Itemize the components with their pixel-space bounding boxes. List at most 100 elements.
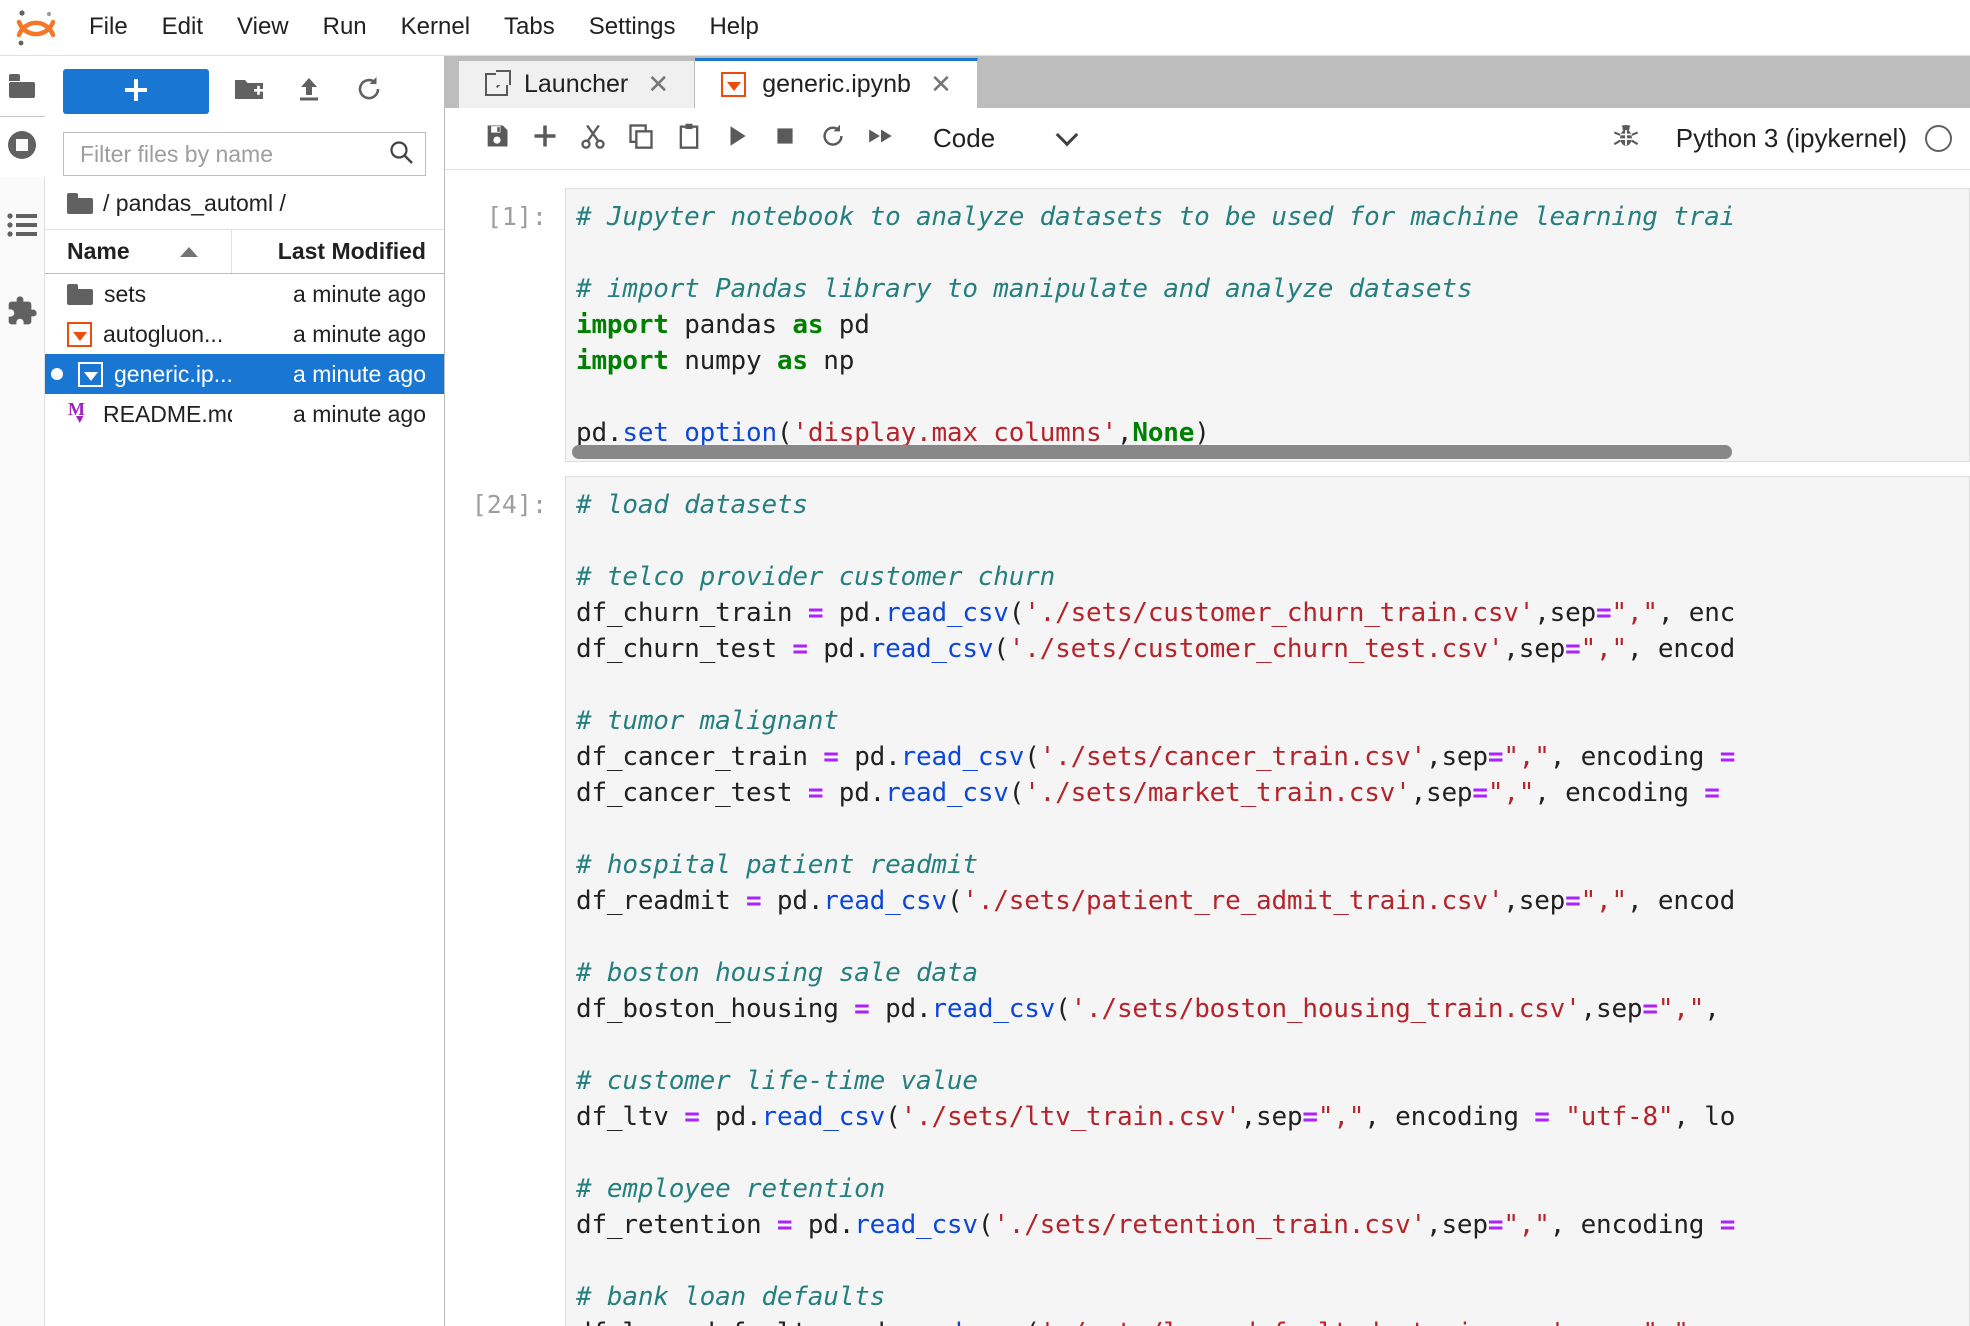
insert-cell-button[interactable] (521, 115, 569, 163)
menu-bar: File Edit View Run Kernel Tabs Settings … (0, 0, 1970, 56)
notebook-cell[interactable]: [1]: # Jupyter notebook to analyze datas… (445, 188, 1970, 462)
list-item[interactable]: autogluon... a minute ago (45, 314, 444, 354)
running-indicator-icon (51, 368, 63, 380)
save-icon (483, 122, 511, 155)
code-editor[interactable]: # load datasets # telco provider custome… (576, 487, 1969, 1326)
run-icon (724, 123, 750, 154)
restart-kernel-button[interactable] (809, 115, 857, 163)
tab-bar: Launcher ✕ generic.ipynb ✕ (445, 56, 1970, 108)
cell-prompt: [24]: (471, 490, 547, 519)
menu-item-kernel[interactable]: Kernel (384, 7, 487, 48)
stop-icon (772, 123, 798, 154)
close-icon[interactable]: ✕ (927, 69, 955, 100)
search-icon (387, 138, 415, 171)
body-row: / pandas_automl / Name Last Modified set… (0, 56, 1970, 1326)
menu-item-file[interactable]: File (72, 7, 145, 48)
upload-button[interactable] (289, 72, 329, 112)
cell-input-area[interactable]: # load datasets # telco provider custome… (565, 476, 1970, 1326)
sidebar-item-toc[interactable] (0, 197, 45, 257)
file-name-cell: autogluon... (45, 321, 232, 348)
code-line: import numpy as np (576, 346, 855, 376)
save-button[interactable] (473, 115, 521, 163)
stop-circle-icon (6, 129, 38, 166)
upload-icon (295, 75, 323, 108)
paste-icon (675, 122, 703, 155)
close-icon[interactable]: ✕ (644, 69, 672, 100)
menu-item-view[interactable]: View (220, 7, 306, 48)
file-name-cell: generic.ip... (45, 361, 232, 388)
breadcrumb[interactable]: / pandas_automl / (45, 176, 444, 230)
copy-button[interactable] (617, 115, 665, 163)
code-line: # bank loan defaults (576, 1282, 886, 1312)
add-cell-icon (531, 122, 559, 155)
code-line: df_loan_default = pd.read_csv('./sets/lo… (576, 1315, 1969, 1326)
markdown-icon: M (67, 398, 92, 431)
menu-item-tabs[interactable]: Tabs (487, 7, 572, 48)
notebook-scroll-area[interactable]: [1]: # Jupyter notebook to analyze datas… (445, 170, 1970, 1326)
kernel-idle-circle-icon[interactable] (1925, 125, 1952, 152)
run-cell-button[interactable] (713, 115, 761, 163)
refresh-icon (354, 74, 384, 109)
code-line: df_readmit = pd.read_csv('./sets/patient… (576, 886, 1736, 916)
file-name-cell: sets (45, 281, 232, 308)
notebook-icon (67, 321, 92, 347)
file-name-cell: M README.md (45, 398, 232, 431)
column-header-name-label: Name (67, 238, 130, 264)
tab-launcher[interactable]: Launcher ✕ (459, 61, 696, 108)
column-header-last-modified[interactable]: Last Modified (232, 238, 444, 265)
sidebar-item-extensions[interactable] (0, 283, 45, 343)
code-line: df_cancer_test = pd.read_csv('./sets/mar… (576, 778, 1720, 808)
chevron-down-icon (1055, 123, 1079, 146)
file-modified-label: a minute ago (293, 280, 426, 307)
menu-item-help[interactable]: Help (692, 7, 775, 48)
menu-item-edit[interactable]: Edit (145, 7, 220, 48)
list-icon (7, 212, 37, 243)
notebook-toolbar: Code Python 3 (ipykernel) (445, 108, 1970, 170)
file-name-label: README.md (103, 400, 232, 427)
code-line: # telco provider customer churn (576, 562, 1056, 592)
search-input[interactable] (80, 140, 387, 168)
notebook-cell[interactable]: [24]: # load datasets # telco provider c… (445, 476, 1970, 1326)
file-modified-label: a minute ago (293, 360, 426, 387)
restart-and-run-all-button[interactable] (857, 115, 905, 163)
menu-item-run[interactable]: Run (306, 7, 384, 48)
file-modified-label: a minute ago (293, 400, 426, 427)
file-name-label: sets (104, 280, 147, 307)
tab-label: Launcher (524, 70, 629, 98)
new-launcher-button[interactable] (63, 69, 209, 114)
menu-item-settings[interactable]: Settings (572, 7, 693, 48)
list-item[interactable]: generic.ip... a minute ago (45, 354, 444, 394)
file-list-header: Name Last Modified (45, 230, 444, 274)
refresh-button[interactable] (349, 72, 389, 112)
code-editor[interactable]: # Jupyter notebook to analyze datasets t… (576, 199, 1969, 451)
code-line: # hospital patient readmit (576, 850, 978, 880)
notebook-icon (721, 72, 747, 97)
tab-label: generic.ipynb (762, 70, 911, 98)
new-folder-button[interactable] (229, 72, 269, 112)
interrupt-kernel-button[interactable] (761, 115, 809, 163)
new-folder-icon (234, 76, 264, 107)
column-header-name[interactable]: Name (45, 230, 232, 273)
cell-type-value: Code (933, 123, 996, 153)
list-item[interactable]: M README.md a minute ago (45, 394, 444, 434)
cut-button[interactable] (569, 115, 617, 163)
sidebar-item-file-browser[interactable] (0, 56, 45, 116)
list-item[interactable]: sets a minute ago (45, 274, 444, 314)
paste-button[interactable] (665, 115, 713, 163)
code-line: # import Pandas library to manipulate an… (576, 274, 1473, 304)
cell-type-select[interactable]: Code (925, 118, 1083, 159)
plus-icon (123, 77, 149, 106)
activity-bar (0, 56, 45, 1326)
filter-files-field[interactable] (63, 132, 426, 176)
launcher-icon (485, 70, 511, 96)
kernel-name-label[interactable]: Python 3 (ipykernel) (1676, 123, 1907, 154)
file-browser-panel: / pandas_automl / Name Last Modified set… (45, 56, 445, 1326)
tab-generic-ipynb[interactable]: generic.ipynb ✕ (695, 58, 978, 108)
debugger-toggle[interactable] (1602, 115, 1650, 163)
code-line: df_ltv = pd.read_csv('./sets/ltv_train.c… (576, 1102, 1736, 1132)
horizontal-scrollbar[interactable] (572, 445, 1732, 459)
cell-input-area[interactable]: # Jupyter notebook to analyze datasets t… (565, 188, 1970, 462)
sidebar-item-running[interactable] (0, 117, 45, 177)
